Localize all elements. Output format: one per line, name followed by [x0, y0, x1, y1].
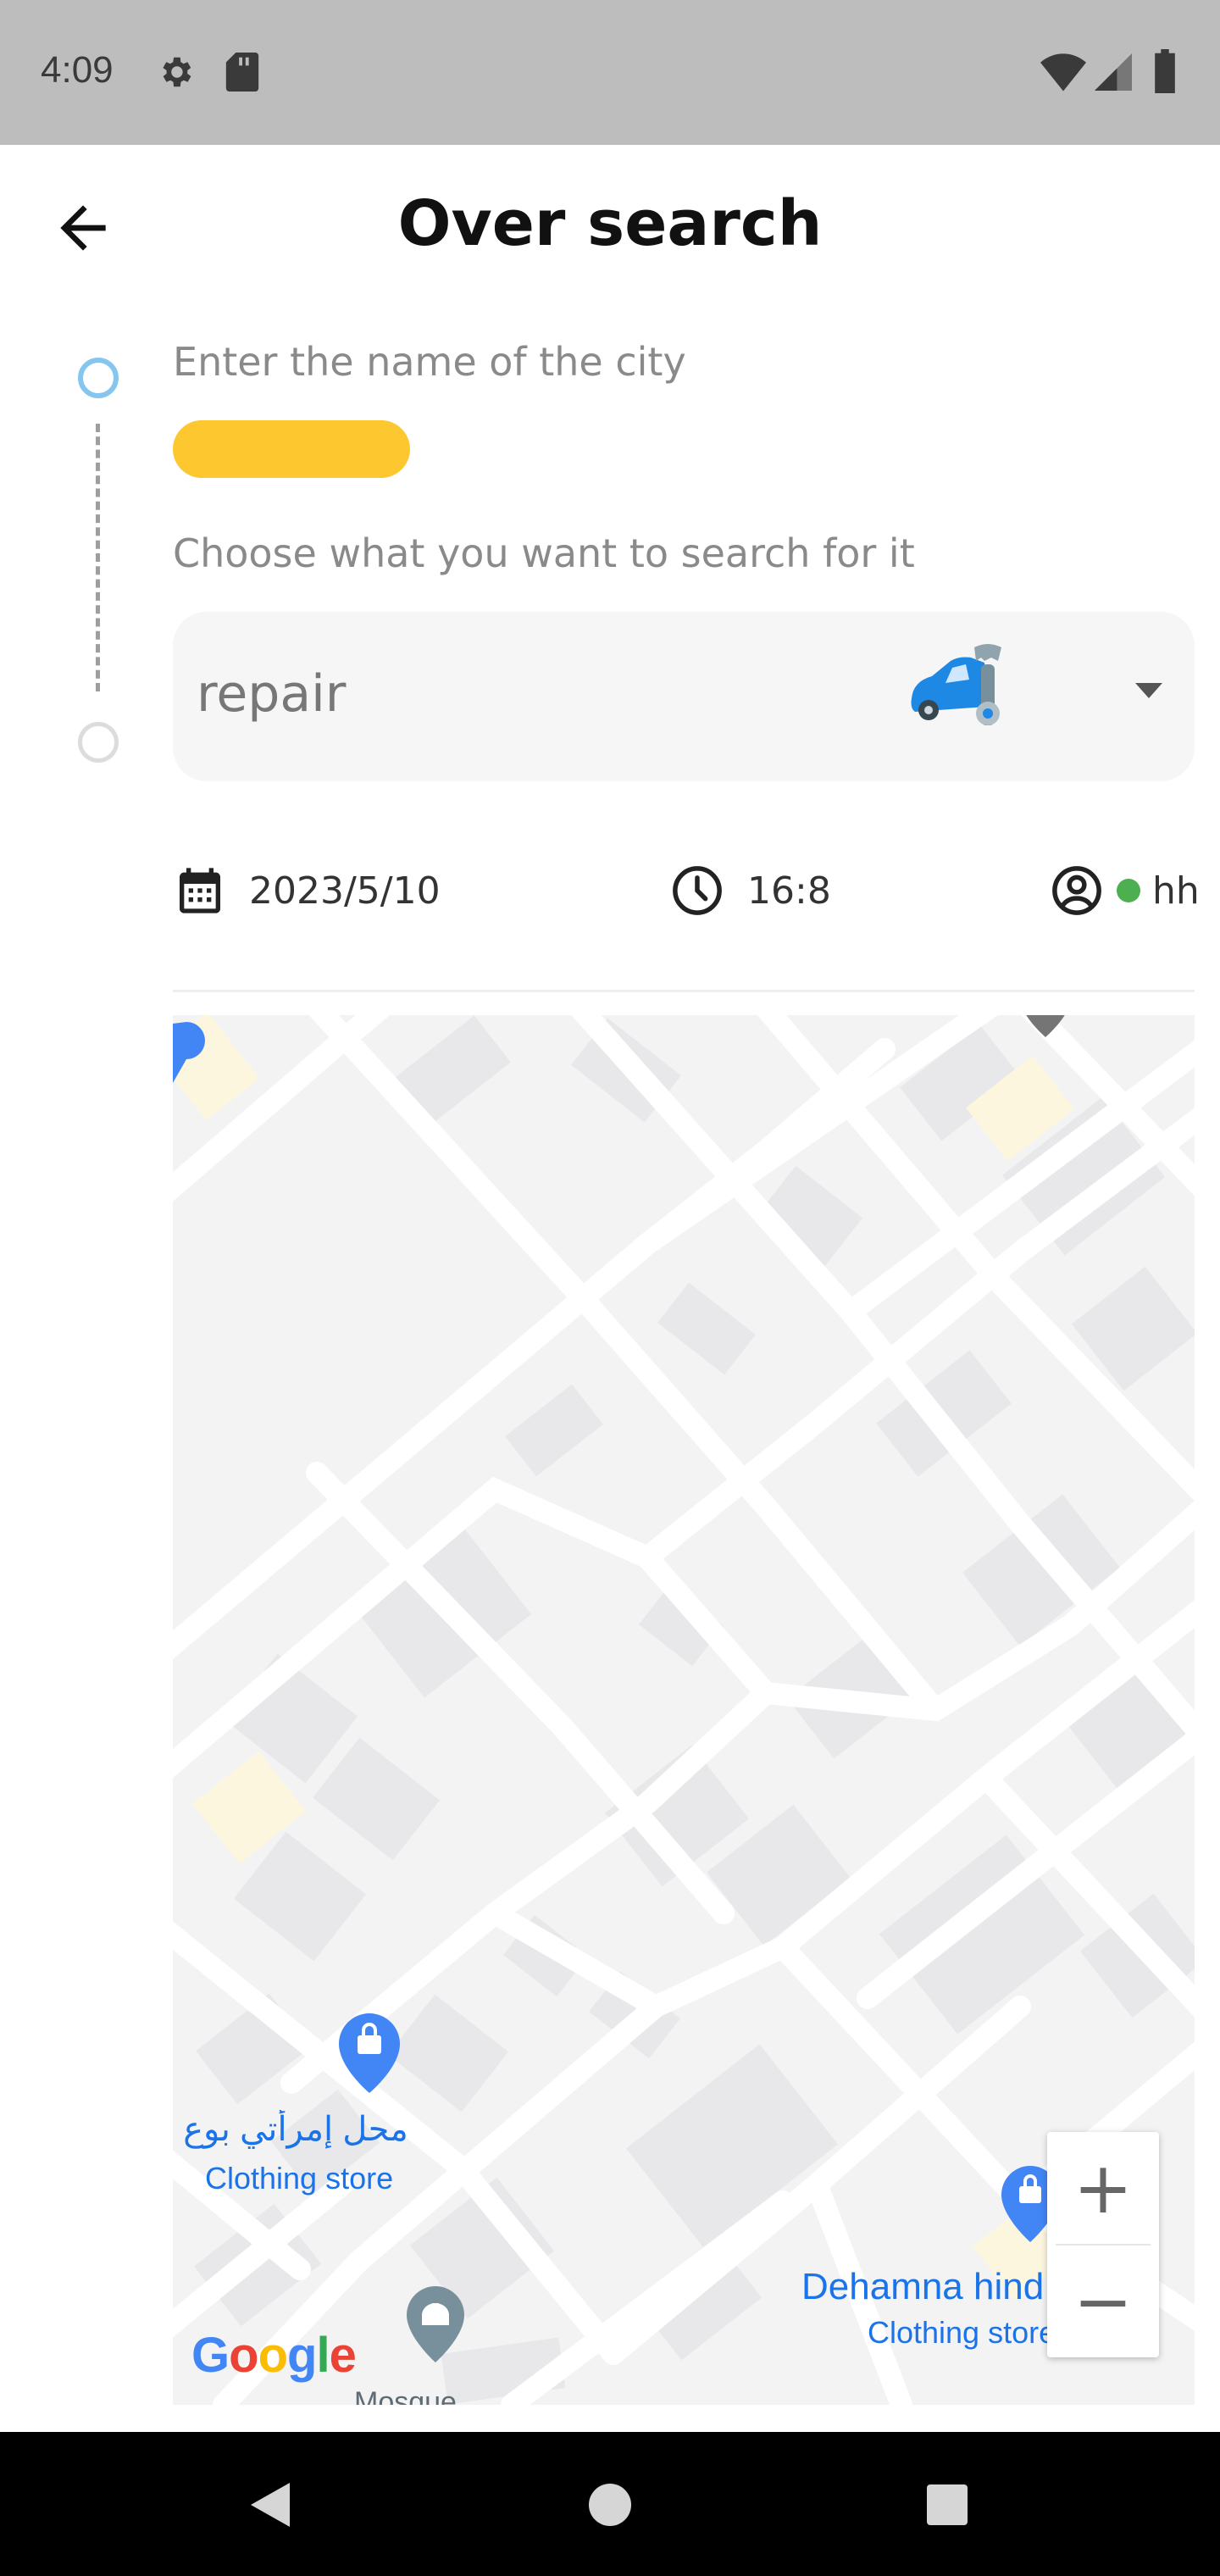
battery-icon	[1155, 49, 1175, 93]
page-title: Over search	[397, 187, 823, 260]
step-connector	[96, 424, 100, 691]
system-nav-bar	[0, 2432, 1220, 2576]
dropdown-caret-icon	[1135, 683, 1162, 698]
app-bar: Over search	[0, 145, 1220, 314]
date-text: 2023/5/10	[249, 869, 441, 913]
home-circle-icon[interactable]	[587, 2482, 633, 2528]
map-view[interactable]: محل إمرأتي بوع Clothing store Dehamna hi…	[173, 1015, 1195, 2405]
google-logo: Google	[191, 2328, 357, 2383]
time-item: 16:8	[669, 852, 831, 929]
clock-icon	[673, 866, 722, 915]
date-item: 2023/5/10	[173, 852, 441, 929]
status-bar: 4:09	[0, 0, 1220, 145]
recents-square-icon[interactable]	[925, 2483, 969, 2527]
map-streets	[173, 1015, 1195, 2405]
shop2-type: Clothing store	[868, 2315, 1047, 2350]
sd-card-icon	[225, 53, 259, 92]
calendar-icon	[180, 868, 220, 913]
search-type-label: Choose what you want to search for it	[173, 530, 915, 576]
zoom-out-button[interactable]: −	[1047, 2246, 1159, 2357]
gear-icon	[163, 57, 191, 87]
mosque-label: Mosque	[354, 2386, 457, 2405]
zoom-controls: + −	[1047, 2132, 1159, 2357]
online-status-dot	[1117, 879, 1140, 902]
wifi-icon	[1040, 53, 1086, 92]
cell-signal-icon	[1095, 53, 1132, 91]
info-row: 2023/5/10 16:8 hh	[173, 852, 1200, 929]
divider	[173, 990, 1195, 992]
zoom-in-button[interactable]: +	[1047, 2132, 1159, 2244]
city-input[interactable]	[173, 420, 410, 478]
shop1-type: Clothing store	[205, 2161, 394, 2196]
search-type-value: repair	[197, 664, 347, 724]
step-indicator-inactive	[78, 722, 119, 763]
step-indicator-active	[78, 358, 119, 398]
back-triangle-icon[interactable]	[246, 2479, 293, 2530]
account-circle-icon	[1052, 866, 1101, 915]
time-text: 16:8	[747, 869, 831, 913]
user-item: hh	[1049, 852, 1200, 929]
shop2-name: Dehamna hind	[801, 2266, 1045, 2307]
user-name: hh	[1152, 869, 1200, 913]
status-time: 4:09	[41, 49, 114, 91]
city-label: Enter the name of the city	[173, 339, 686, 385]
car-repair-icon	[911, 644, 1001, 725]
shop1-name: محل إمرأتي بوع	[183, 2111, 408, 2148]
search-type-select[interactable]: repair	[173, 612, 1195, 781]
